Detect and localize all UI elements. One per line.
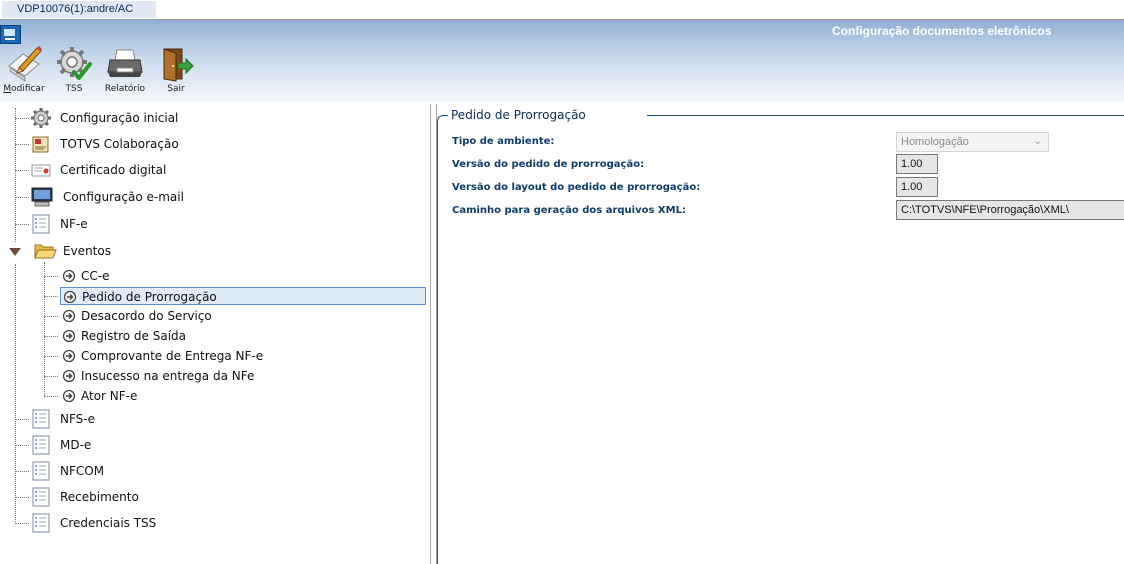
tree-connector	[15, 144, 29, 145]
section-title: Pedido de Prorrogação	[449, 108, 588, 122]
event-item-label: Registro de Saída	[81, 329, 187, 343]
list-icon	[32, 409, 50, 429]
collapse-triangle-icon[interactable]	[9, 247, 21, 257]
tree-connector	[44, 296, 58, 297]
versao-layout-field[interactable]: 1.00	[896, 177, 938, 197]
tree-connector	[15, 108, 16, 242]
arrow-right-circle-icon	[63, 270, 75, 282]
event-item-insucesso-entrega[interactable]: Insucesso na entrega da NFe	[60, 367, 426, 385]
navigation-tree: Configuração inicial TOTVS Colaboração C…	[0, 104, 431, 564]
tree-connector	[15, 419, 29, 420]
printer-icon	[107, 49, 143, 77]
exit-door-icon	[163, 48, 194, 82]
app-icon[interactable]	[0, 25, 21, 44]
tree-connector	[15, 170, 29, 171]
tree-item-label: Recebimento	[60, 490, 139, 504]
exit-label: Sair	[167, 84, 185, 94]
list-icon	[32, 513, 50, 533]
event-item-comprovante-entrega[interactable]: Comprovante de Entrega NF-e	[60, 347, 426, 365]
event-item-label: Desacordo do Serviço	[81, 309, 212, 323]
event-item-label: CC-e	[81, 269, 110, 283]
tree-connector	[15, 224, 29, 225]
section-border	[437, 115, 448, 124]
section-border	[437, 122, 438, 564]
arrow-right-circle-icon	[63, 390, 75, 402]
tree-item-label: NFCOM	[60, 464, 105, 478]
page-title: Configuração documentos eletrônicos	[832, 24, 1052, 38]
section-border	[647, 115, 1124, 116]
tab-session[interactable]: VDP10076(1):andre/AC	[2, 1, 156, 18]
arrow-right-circle-icon	[63, 310, 75, 322]
tree-connector	[15, 118, 29, 119]
event-item-registro-saida[interactable]: Registro de Saída	[60, 327, 426, 345]
arrow-right-circle-icon	[64, 291, 76, 303]
event-item-desacordo-servico[interactable]: Desacordo do Serviço	[60, 307, 426, 325]
versao-pedido-label: Versão do pedido de prorrogação:	[452, 159, 645, 170]
list-icon	[32, 461, 50, 481]
form-panel: Pedido de Prorrogação Tipo de ambiente: …	[436, 104, 1124, 564]
tipo-ambiente-label: Tipo de ambiente:	[452, 136, 555, 147]
tree-connector	[44, 276, 58, 277]
folder-open-icon	[34, 244, 57, 259]
edit-icon	[8, 46, 42, 82]
arrow-right-circle-icon	[63, 350, 75, 362]
list-icon	[32, 214, 50, 234]
gear-icon	[31, 108, 51, 128]
tree-item-label: TOTVS Colaboração	[60, 137, 179, 151]
tree-item-label: MD-e	[60, 438, 92, 452]
tab-bar: VDP10076(1):andre/AC	[0, 0, 1124, 20]
arrow-right-circle-icon	[63, 330, 75, 342]
tree-connector	[44, 376, 58, 377]
event-item-label: Ator NF-e	[81, 389, 138, 403]
caminho-xml-field[interactable]: C:\TOTVS\NFE\Prorrogação\XML\	[896, 200, 1124, 220]
document-icon	[32, 136, 49, 153]
tree-connector	[15, 471, 29, 472]
event-item-ator-nfe[interactable]: Ator NF-e	[60, 387, 426, 405]
tree-item-label: Certificado digital	[60, 163, 167, 177]
tree-item-label: Configuração e-mail	[63, 190, 184, 204]
tree-item-label: Eventos	[63, 244, 111, 258]
tipo-ambiente-select[interactable]: Homologação ⌄	[896, 132, 1049, 152]
tree-item-label: NF-e	[60, 217, 88, 231]
tree-connector	[15, 197, 29, 198]
tree-connector	[15, 264, 16, 522]
tipo-ambiente-value: Homologação	[901, 136, 969, 148]
event-item-label: Insucesso na entrega da NFe	[81, 369, 255, 383]
chevron-down-icon: ⌄	[1033, 136, 1042, 147]
event-item-label: Pedido de Prorrogação	[82, 290, 217, 304]
event-item-cce[interactable]: CC-e	[60, 267, 426, 285]
tree-connector	[44, 356, 58, 357]
tree-connector	[15, 497, 29, 498]
tss-button[interactable]: TSS	[56, 46, 92, 94]
list-icon	[32, 435, 50, 455]
tree-item-label: Credenciais TSS	[60, 516, 157, 530]
caminho-xml-label: Caminho para geração dos arquivos XML:	[452, 205, 686, 216]
tree-connector	[15, 445, 29, 446]
event-item-label: Comprovante de Entrega NF-e	[81, 349, 264, 363]
certificate-icon	[31, 164, 51, 177]
exit-button[interactable]: Sair	[158, 46, 194, 94]
report-button[interactable]: Relatório	[105, 46, 145, 94]
versao-layout-label: Versão do layout do pedido de prorrogaçã…	[452, 182, 701, 193]
list-icon	[32, 487, 50, 507]
gear-check-icon	[57, 47, 92, 80]
tree-connector	[44, 396, 58, 397]
versao-pedido-field[interactable]: 1.00	[896, 154, 938, 174]
event-item-pedido-prorrogacao[interactable]: Pedido de Prorrogação	[60, 287, 426, 305]
tree-connector	[44, 336, 58, 337]
tree-connector	[15, 523, 29, 524]
tree-connector	[44, 316, 58, 317]
tree-item-label: Configuração inicial	[60, 111, 179, 125]
modify-button[interactable]: Modificar	[3, 46, 45, 94]
computer-icon	[31, 187, 53, 207]
arrow-right-circle-icon	[63, 370, 75, 382]
tree-item-label: NFS-e	[60, 412, 95, 426]
